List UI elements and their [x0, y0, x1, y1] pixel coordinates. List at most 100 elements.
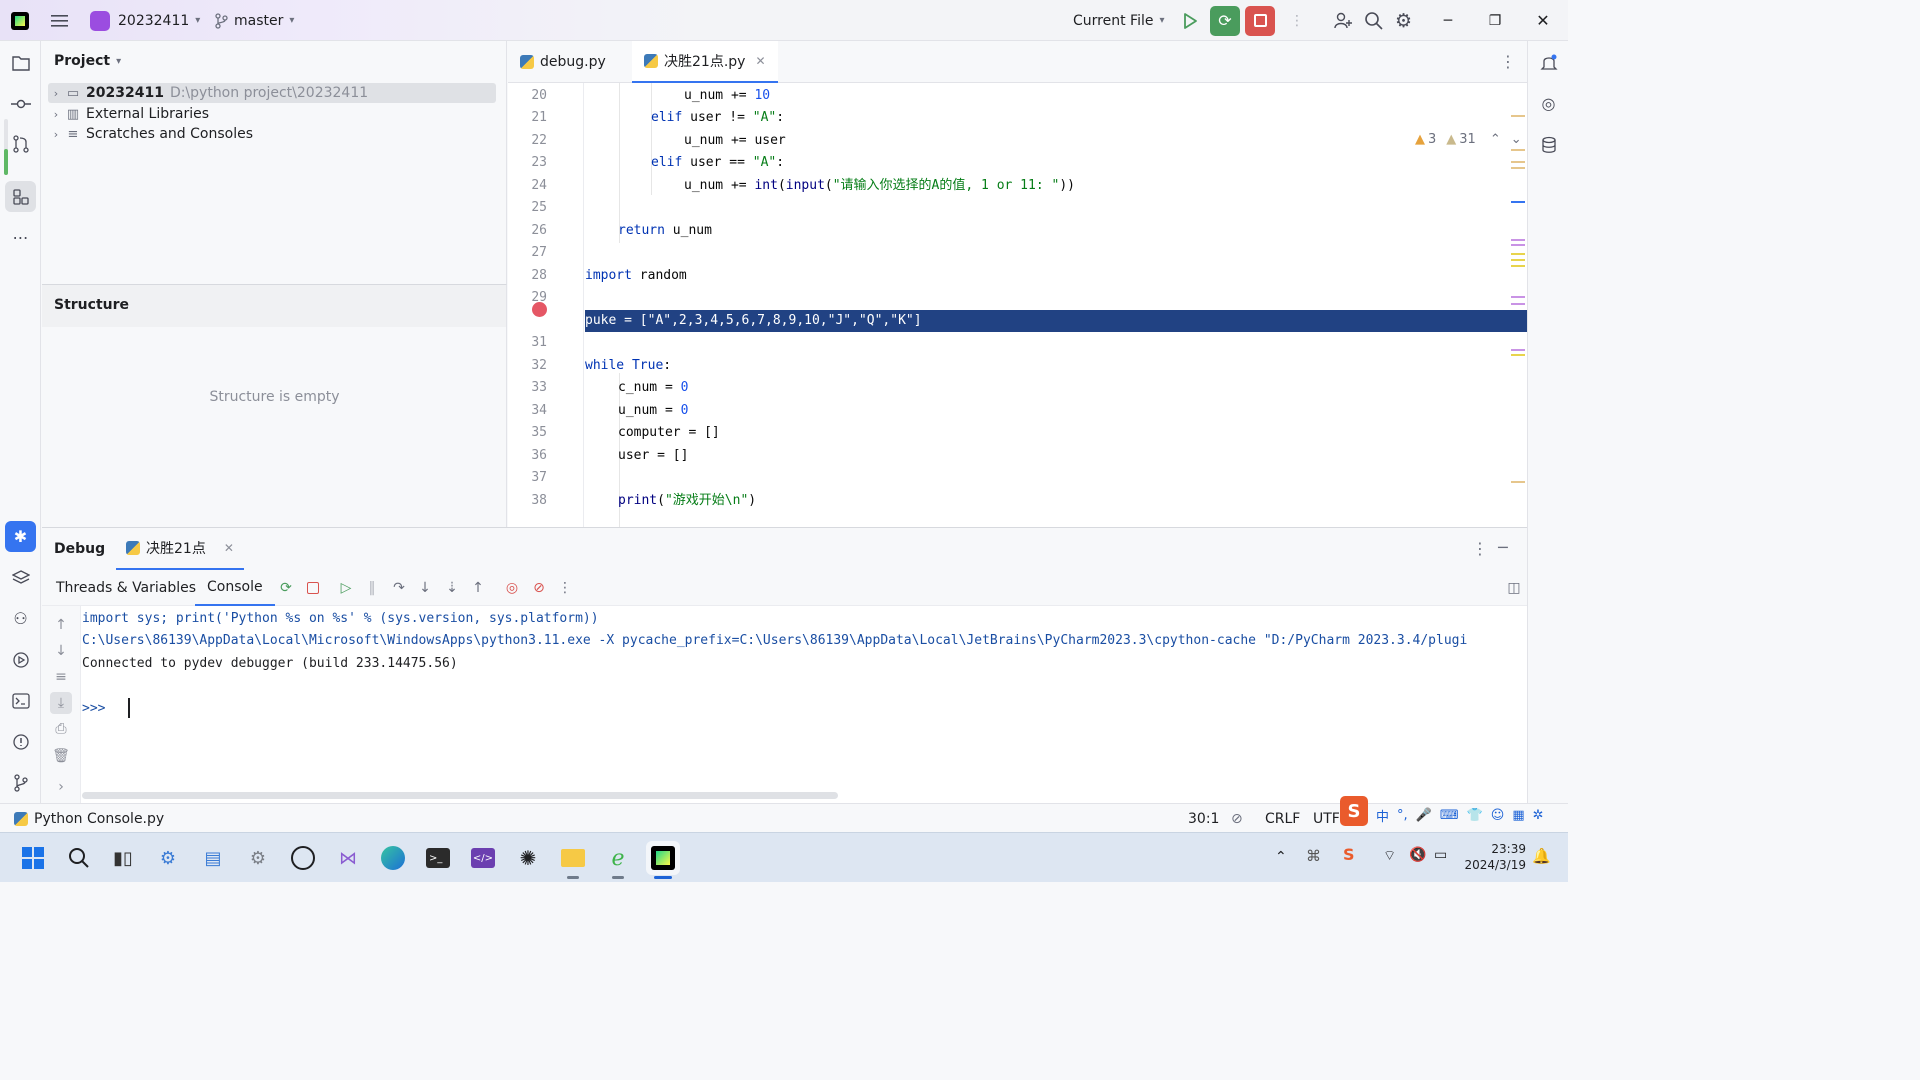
taskbar-app-chatgpt[interactable]: ✺ [511, 841, 545, 875]
layers-tool-button[interactable] [5, 562, 36, 593]
chevron-right-icon[interactable]: › [48, 87, 64, 100]
taskbar-app-control-panel[interactable]: ⚙ [241, 841, 275, 875]
close-button[interactable]: ✕ [1520, 0, 1566, 41]
stripe-mark[interactable] [1511, 161, 1525, 163]
stop-button[interactable] [1245, 0, 1275, 41]
branch-selector[interactable]: master ▾ [214, 0, 294, 41]
task-view-button[interactable]: ▮▯ [106, 841, 140, 875]
stripe-mark[interactable] [1511, 201, 1525, 203]
arrow-up-icon[interactable]: ↑ [50, 614, 72, 636]
database-button[interactable] [1533, 129, 1564, 160]
skin-icon[interactable]: 👕 [1467, 808, 1483, 823]
chevron-right-icon[interactable]: › [48, 128, 64, 141]
stripe-mark[interactable] [1511, 303, 1525, 305]
stripe-mark[interactable] [1511, 259, 1525, 261]
keyboard-icon[interactable]: ⌨ [1440, 808, 1459, 823]
terminal-tool-button[interactable] [5, 685, 36, 716]
volume-muted-icon[interactable]: 🔇 [1409, 847, 1426, 863]
more-vertical-icon[interactable]: ⋮ [1472, 539, 1488, 558]
stripe-mark[interactable] [1511, 349, 1525, 351]
horizontal-scrollbar[interactable] [82, 792, 838, 799]
notification-bell-icon[interactable]: 🔔 [1532, 847, 1551, 865]
structure-tool-button[interactable] [5, 181, 36, 212]
debug-tool-button[interactable]: ✱ [5, 521, 36, 552]
scroll-to-end-icon[interactable]: ⤓ [50, 692, 72, 714]
pull-requests-tool-button[interactable] [5, 128, 36, 159]
taskbar-app-settings-blue[interactable]: ⚙ [151, 841, 185, 875]
add-user-button[interactable] [1333, 0, 1353, 41]
stripe-mark[interactable] [1511, 115, 1525, 117]
toolbox-icon[interactable]: ▦ [1512, 808, 1524, 823]
soft-wrap-icon[interactable]: ≡ [50, 666, 72, 688]
tab-console[interactable]: Console [195, 570, 275, 606]
step-into-my-code-icon[interactable]: ⇣ [442, 578, 462, 598]
search-button[interactable] [1364, 0, 1384, 41]
settings-icon[interactable]: ✲ [1533, 808, 1544, 823]
caret-position[interactable]: 30:1 [1188, 804, 1219, 833]
stripe-mark[interactable] [1511, 265, 1525, 267]
tree-item-scratches[interactable]: › ≡ Scratches and Consoles [48, 124, 496, 144]
project-panel-title[interactable]: Project ▾ [54, 53, 121, 69]
sogou-tray-icon[interactable]: S [1343, 845, 1365, 867]
mute-breakpoints-icon[interactable]: ⊘ [529, 578, 549, 598]
windows-start-button[interactable] [16, 841, 50, 875]
run-config-selector[interactable]: Current File ▾ [1073, 0, 1165, 41]
ai-assistant-button[interactable]: ◎ [1533, 88, 1564, 119]
emoji-icon[interactable]: ☺ [1491, 808, 1505, 823]
debug-session-tab[interactable]: 决胜21点 ✕ [116, 528, 244, 570]
pause-icon[interactable]: ‖ [362, 578, 382, 598]
step-out-icon[interactable]: ↑ [468, 578, 488, 598]
chevron-right-icon[interactable]: › [48, 108, 64, 121]
chevron-right-icon[interactable]: › [50, 776, 72, 798]
stripe-mark[interactable] [1511, 239, 1525, 241]
view-breakpoints-icon[interactable]: ◎ [502, 578, 522, 598]
tree-item-root[interactable]: › ▭ 20232411 D:\python project\20232411 [48, 83, 496, 103]
project-selector[interactable]: 20232411 ▾ [90, 0, 200, 41]
stripe-mark[interactable] [1511, 244, 1525, 246]
minimize-button[interactable]: ─ [1425, 0, 1471, 41]
restore-button[interactable]: ❐ [1472, 0, 1518, 41]
commit-tool-button[interactable] [5, 88, 36, 119]
stripe-mark[interactable] [1511, 149, 1525, 151]
run-button[interactable] [1180, 0, 1200, 41]
file-encoding[interactable]: UTF [1313, 804, 1340, 833]
gear-icon[interactable]: ⚙ [1395, 0, 1412, 41]
project-tool-button[interactable] [5, 47, 36, 78]
status-file[interactable]: Python Console.py [14, 804, 164, 833]
taskbar-search-button[interactable] [62, 841, 96, 875]
taskbar-app-terminal[interactable]: >_ [421, 841, 455, 875]
stripe-mark[interactable] [1511, 296, 1525, 298]
code-area[interactable]: u_num += 10 elif user != "A": u_num += u… [585, 83, 1527, 543]
console-prompt[interactable]: >>> [82, 698, 1527, 720]
taskbar-app-visual-studio[interactable]: ⋈ [331, 841, 365, 875]
problems-tool-button[interactable] [5, 726, 36, 757]
tab-blackjack-py[interactable]: 决胜21点.py ✕ [632, 41, 778, 83]
trash-icon[interactable]: 🗑 [50, 745, 72, 767]
taskbar-app-monitor[interactable]: ▤ [196, 841, 230, 875]
arrow-down-icon[interactable]: ↓ [50, 640, 72, 662]
stripe-mark[interactable] [1511, 167, 1525, 169]
warnings-indicator[interactable]: ▲ 3 ▲ 31 ⌃ ⌄ [1415, 132, 1522, 147]
no-power-save-icon[interactable]: ⊘ [1231, 804, 1243, 833]
microphone-icon[interactable]: 🎤 [1416, 808, 1432, 823]
step-into-icon[interactable]: ↓ [415, 578, 435, 598]
line-ending[interactable]: CRLF [1265, 804, 1300, 833]
rerun-debug-button[interactable]: ⟳ [1210, 0, 1240, 41]
stripe-mark[interactable] [1511, 253, 1525, 255]
chevron-up-icon[interactable]: ⌃ [1275, 849, 1287, 865]
more-tools-icon[interactable]: ⋯ [5, 222, 36, 253]
chevron-up-icon[interactable]: ⌃ [1490, 132, 1501, 147]
close-icon[interactable]: ✕ [224, 541, 234, 555]
tab-threads-variables[interactable]: Threads & Variables [56, 570, 196, 606]
stop-icon[interactable] [303, 578, 323, 598]
rerun-icon[interactable]: ⟳ [276, 578, 296, 598]
tab-debug-py[interactable]: debug.py [508, 41, 618, 83]
clock[interactable]: 23:39 2024/3/19 [1462, 841, 1526, 873]
services-tool-button[interactable] [5, 644, 36, 675]
breakpoint-icon[interactable] [532, 302, 547, 317]
input-indicator-icon[interactable]: ⌘ [1306, 847, 1321, 865]
sogou-ime-logo-icon[interactable]: S [1340, 796, 1368, 826]
git-tool-button[interactable] [5, 767, 36, 798]
notifications-button[interactable] [1533, 47, 1564, 78]
main-menu-button[interactable] [50, 0, 70, 41]
